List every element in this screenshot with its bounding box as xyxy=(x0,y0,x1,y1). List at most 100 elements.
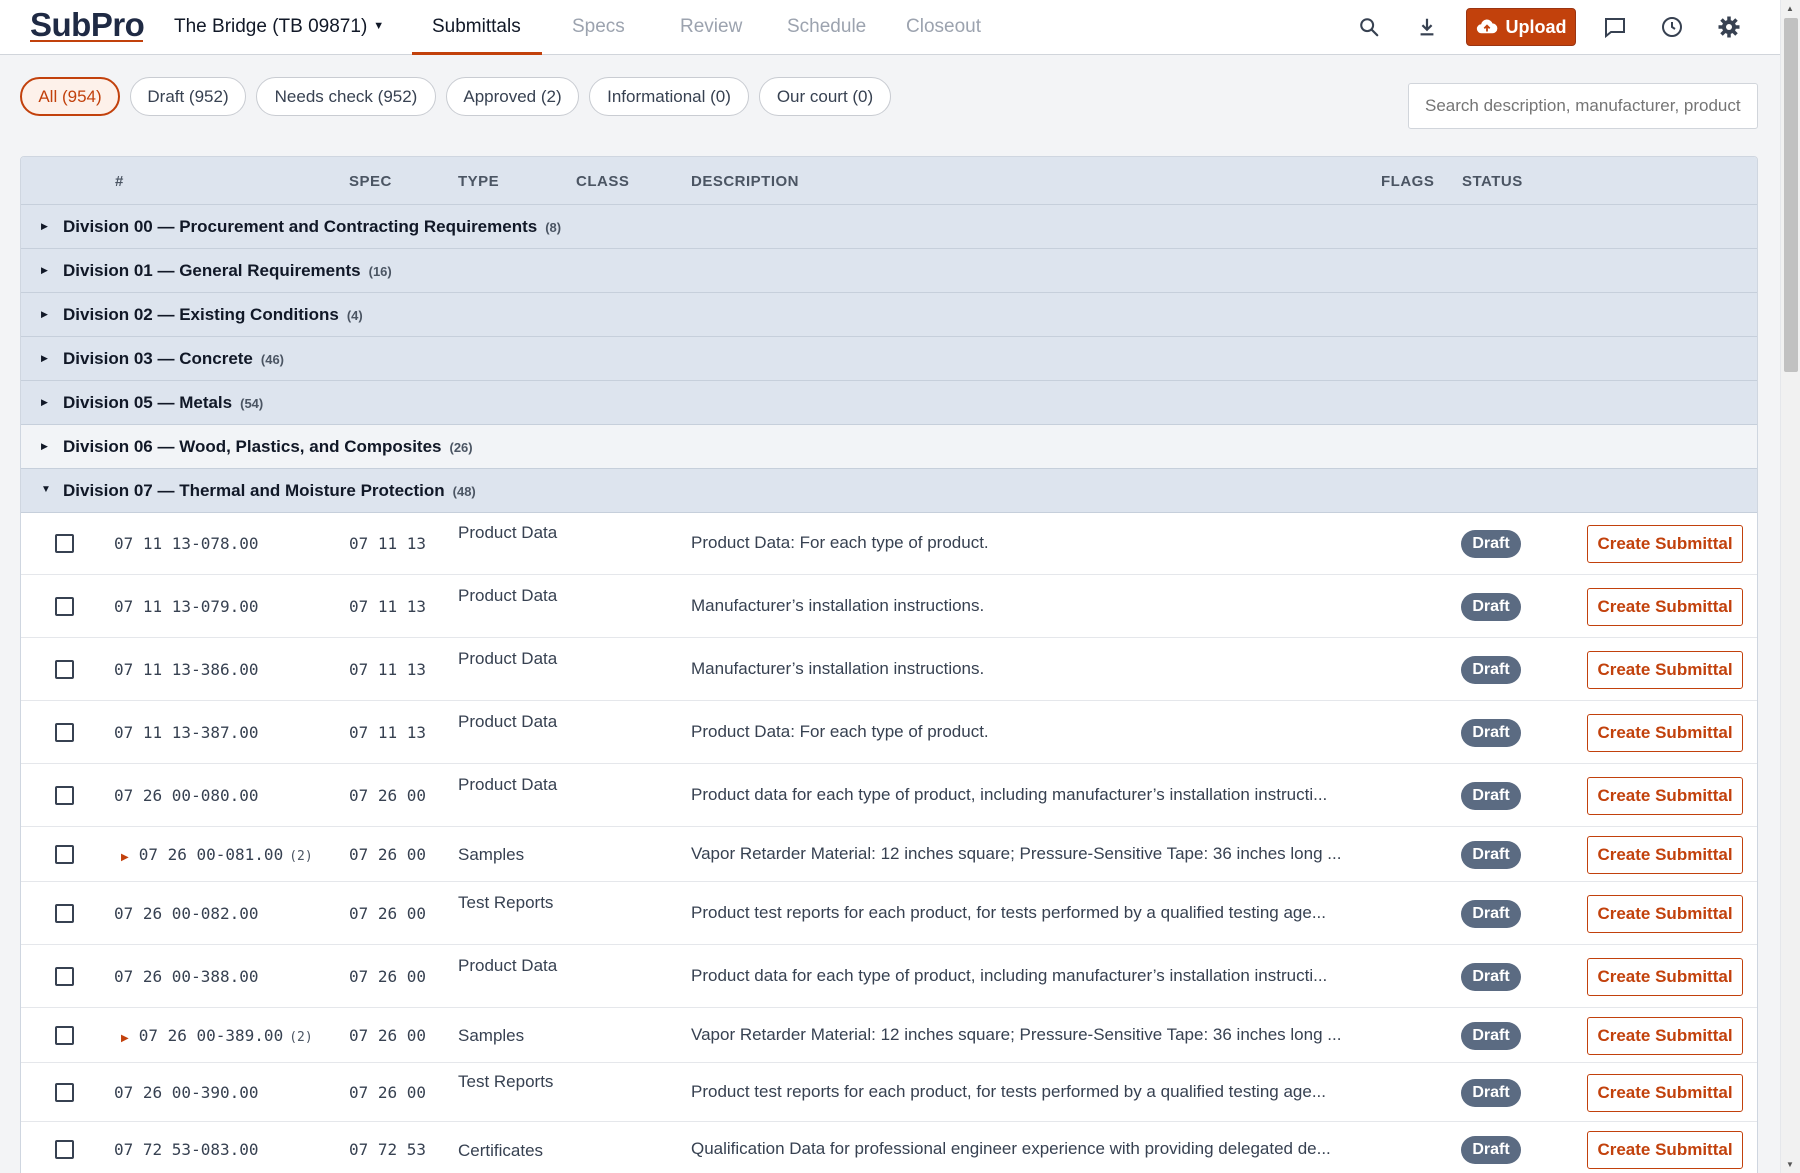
division-count: (4) xyxy=(346,308,363,323)
row-checkbox[interactable] xyxy=(55,904,74,923)
row-checkbox[interactable] xyxy=(55,660,74,679)
settings-gear-icon[interactable] xyxy=(1714,12,1744,42)
create-submittal-button[interactable]: Create Submittal xyxy=(1587,836,1743,874)
caret-down-icon: ▼ xyxy=(373,20,385,32)
expand-caret-icon[interactable]: ▶ xyxy=(121,852,129,863)
spec-section: 07 26 00 xyxy=(349,904,427,923)
download-icon[interactable] xyxy=(1412,12,1442,42)
status-badge: Draft xyxy=(1461,841,1521,869)
division-row[interactable]: ▶ Division 06 — Wood, Plastics, and Compo… xyxy=(21,425,1757,469)
spec-section: 07 26 00 xyxy=(349,1083,427,1102)
page-scrollbar[interactable]: ▲ ▼ xyxy=(1780,0,1800,1173)
table-row[interactable]: 07 11 13-387.00 07 11 13 Product Data Pr… xyxy=(21,701,1757,764)
division-row-expanded[interactable]: ▼ Division 07 — Thermal and Moisture Prot… xyxy=(21,469,1757,513)
search-icon[interactable] xyxy=(1354,12,1384,42)
table-row[interactable]: 07 26 00-390.00 07 26 00 Test Reports Pr… xyxy=(21,1063,1757,1122)
submittal-type: Certificates xyxy=(458,1141,544,1160)
search-input[interactable] xyxy=(1408,83,1758,129)
division-row[interactable]: ▶ Division 02 — Existing Conditions (4) xyxy=(21,293,1757,337)
upload-label: Upload xyxy=(1505,16,1567,37)
create-submittal-button[interactable]: Create Submittal xyxy=(1587,525,1743,563)
create-submittal-button[interactable]: Create Submittal xyxy=(1587,651,1743,689)
tab-submittals[interactable]: Submittals xyxy=(432,16,521,38)
child-count: (2) xyxy=(289,1030,313,1045)
submittal-number: 07 11 13-078.00 xyxy=(114,534,259,553)
comments-icon[interactable] xyxy=(1600,12,1630,42)
division-title: Division 06 — Wood, Plastics, and Compos… xyxy=(63,437,442,456)
tab-specs[interactable]: Specs xyxy=(572,16,625,38)
status-badge: Draft xyxy=(1461,963,1521,991)
spec-section: 07 26 00 xyxy=(349,845,427,864)
table-row[interactable]: 07 26 00-082.00 07 26 00 Test Reports Pr… xyxy=(21,882,1757,945)
division-row[interactable]: ▶ Division 01 — General Requirements (16) xyxy=(21,249,1757,293)
submittal-number: 07 11 13-079.00 xyxy=(114,597,259,616)
logo-underline xyxy=(30,40,143,42)
active-tab-indicator xyxy=(412,52,542,55)
create-submittal-button[interactable]: Create Submittal xyxy=(1587,1074,1743,1112)
child-count: (2) xyxy=(289,849,313,864)
app-logo[interactable]: SubPro xyxy=(30,6,145,44)
tab-closeout[interactable]: Closeout xyxy=(906,16,981,38)
create-submittal-button[interactable]: Create Submittal xyxy=(1587,588,1743,626)
row-checkbox[interactable] xyxy=(55,845,74,864)
row-checkbox[interactable] xyxy=(55,1026,74,1045)
division-row[interactable]: ▶ Division 05 — Metals (54) xyxy=(21,381,1757,425)
tab-schedule[interactable]: Schedule xyxy=(787,16,866,38)
spec-section: 07 11 13 xyxy=(349,534,427,553)
row-checkbox[interactable] xyxy=(55,597,74,616)
table-row[interactable]: 07 26 00-080.00 07 26 00 Product Data Pr… xyxy=(21,764,1757,827)
table-row[interactable]: 07 72 53-083.00 07 72 53 Certificates Qu… xyxy=(21,1122,1757,1173)
create-submittal-button[interactable]: Create Submittal xyxy=(1587,1131,1743,1169)
filter-all[interactable]: All (954) xyxy=(20,77,120,116)
tab-review[interactable]: Review xyxy=(680,16,742,38)
table-row-expandable[interactable]: ▶ 07 26 00-081.00 (2) 07 26 00 Samples Vap… xyxy=(21,827,1757,882)
submittal-type: Product Data xyxy=(458,523,558,542)
table-row[interactable]: 07 26 00-388.00 07 26 00 Product Data Pr… xyxy=(21,945,1757,1008)
table-row[interactable]: 07 11 13-078.00 07 11 13 Product Data Pr… xyxy=(21,513,1757,575)
project-selector[interactable]: The Bridge (TB 09871) ▼ xyxy=(174,16,384,38)
scroll-down-arrow-icon[interactable]: ▼ xyxy=(1786,1160,1794,1169)
expand-triangle-icon: ▶ xyxy=(41,441,48,451)
filter-needs-check[interactable]: Needs check (952) xyxy=(256,77,436,116)
spec-section: 07 11 13 xyxy=(349,660,427,679)
submittal-number: 07 11 13-386.00 xyxy=(114,660,259,679)
row-checkbox[interactable] xyxy=(55,1083,74,1102)
table-row[interactable]: 07 11 13-079.00 07 11 13 Product Data Ma… xyxy=(21,575,1757,638)
scroll-up-arrow-icon[interactable]: ▲ xyxy=(1786,4,1794,13)
col-flags: FLAGS xyxy=(1381,173,1435,190)
project-name: The Bridge (TB 09871) xyxy=(174,16,368,37)
create-submittal-button[interactable]: Create Submittal xyxy=(1587,895,1743,933)
col-spec: SPEC xyxy=(349,173,392,190)
submittal-number-text: 07 26 00-389.00 xyxy=(138,1026,284,1045)
filter-informational[interactable]: Informational (0) xyxy=(589,77,749,116)
row-checkbox[interactable] xyxy=(55,534,74,553)
division-title: Division 03 — Concrete xyxy=(63,349,253,368)
division-title: Division 05 — Metals xyxy=(63,393,233,412)
status-badge: Draft xyxy=(1461,656,1521,684)
scrollbar-thumb[interactable] xyxy=(1784,18,1798,372)
table-row[interactable]: 07 11 13-386.00 07 11 13 Product Data Ma… xyxy=(21,638,1757,701)
create-submittal-button[interactable]: Create Submittal xyxy=(1587,714,1743,752)
status-badge: Draft xyxy=(1461,900,1521,928)
history-clock-icon[interactable] xyxy=(1657,12,1687,42)
table-row-expandable[interactable]: ▶ 07 26 00-389.00 (2) 07 26 00 Samples Vap… xyxy=(21,1008,1757,1063)
row-checkbox[interactable] xyxy=(55,1140,74,1159)
row-checkbox[interactable] xyxy=(55,723,74,742)
expand-triangle-icon: ▶ xyxy=(41,309,48,319)
filter-approved[interactable]: Approved (2) xyxy=(446,77,579,116)
row-checkbox[interactable] xyxy=(55,967,74,986)
top-bar: SubPro The Bridge (TB 09871) ▼ Submittals… xyxy=(0,0,1780,55)
expand-caret-icon[interactable]: ▶ xyxy=(121,1033,129,1044)
filter-our-court[interactable]: Our court (0) xyxy=(759,77,891,116)
upload-button[interactable]: Upload xyxy=(1466,8,1576,46)
division-row[interactable]: ▶ Division 03 — Concrete (46) xyxy=(21,337,1757,381)
create-submittal-button[interactable]: Create Submittal xyxy=(1587,958,1743,996)
filter-draft[interactable]: Draft (952) xyxy=(130,77,246,116)
description: Manufacturer’s installation instructions… xyxy=(691,596,985,615)
create-submittal-button[interactable]: Create Submittal xyxy=(1587,1017,1743,1055)
spec-section: 07 26 00 xyxy=(349,786,427,805)
division-row[interactable]: ▶ Division 00 — Procurement and Contracti… xyxy=(21,205,1757,249)
create-submittal-button[interactable]: Create Submittal xyxy=(1587,777,1743,815)
submittal-number: 07 11 13-387.00 xyxy=(114,723,259,742)
row-checkbox[interactable] xyxy=(55,786,74,805)
